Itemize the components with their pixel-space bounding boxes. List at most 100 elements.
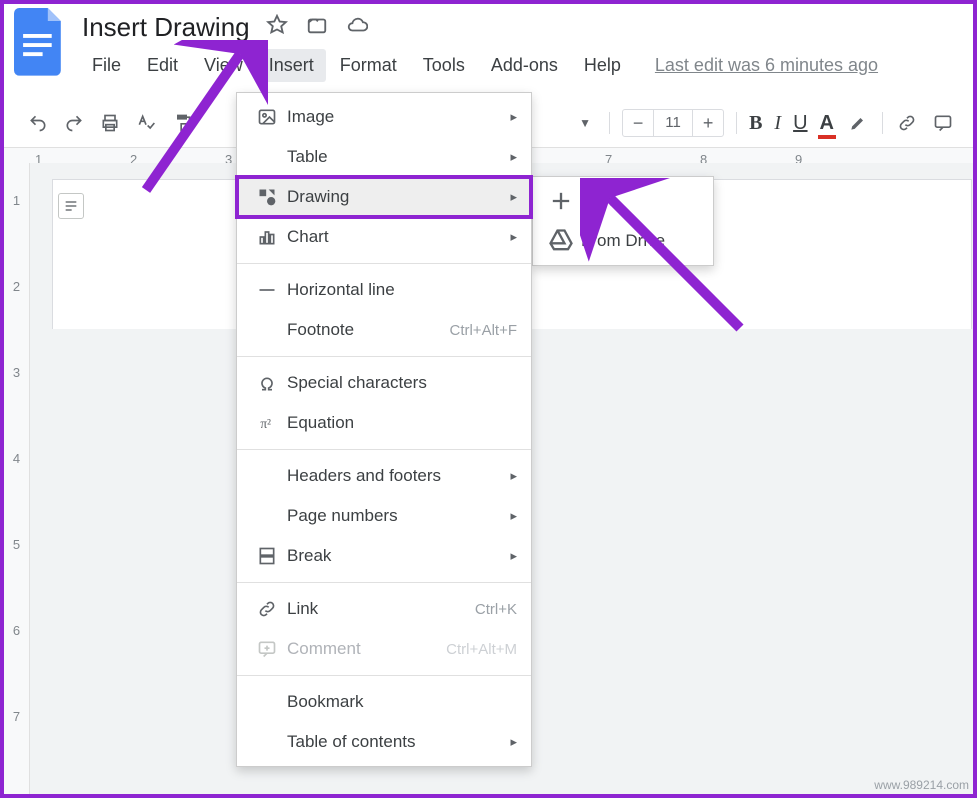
menu-label: Link — [281, 599, 475, 619]
star-icon[interactable] — [266, 12, 288, 43]
menu-tools[interactable]: Tools — [411, 49, 477, 82]
menu-label: Image — [281, 107, 510, 127]
menu-format[interactable]: Format — [328, 49, 409, 82]
print-button[interactable] — [98, 111, 122, 135]
insert-comment-button[interactable] — [931, 111, 955, 135]
font-size-control: − 11 + — [622, 109, 724, 137]
hline-icon — [253, 280, 281, 300]
insert-menu-bookmark[interactable]: Bookmark — [237, 682, 531, 722]
menu-separator — [237, 675, 531, 676]
move-icon[interactable] — [306, 12, 328, 43]
drawing-submenu: New From Drive — [532, 176, 714, 266]
chart-icon — [253, 227, 281, 247]
menu-separator — [237, 263, 531, 264]
submenu-arrow-icon: ▸ — [510, 229, 517, 245]
menu-label: Drawing — [281, 187, 510, 207]
insert-menu-headers-and-footers[interactable]: Headers and footers▸ — [237, 456, 531, 496]
insert-menu-drawing[interactable]: Drawing▸ — [237, 177, 531, 217]
menu-add-ons[interactable]: Add-ons — [479, 49, 570, 82]
menu-label: Table — [281, 147, 510, 167]
menu-label: Chart — [281, 227, 510, 247]
menu-separator — [237, 449, 531, 450]
menu-label: Special characters — [281, 373, 517, 393]
comment-icon — [253, 639, 281, 659]
outline-toggle-icon[interactable] — [58, 193, 84, 219]
insert-menu-page-numbers[interactable]: Page numbers▸ — [237, 496, 531, 536]
vertical-ruler: 1234567 — [4, 163, 30, 794]
menu-label: Horizontal line — [281, 280, 517, 300]
plus-icon — [547, 187, 575, 215]
last-edit-link[interactable]: Last edit was 6 minutes ago — [655, 55, 878, 76]
menu-insert[interactable]: Insert — [257, 49, 326, 82]
docs-logo[interactable] — [14, 16, 66, 68]
cloud-status-icon[interactable] — [346, 12, 368, 43]
separator — [736, 112, 737, 134]
submenu-arrow-icon: ▸ — [510, 468, 517, 484]
omega-icon — [253, 373, 281, 393]
menu-edit[interactable]: Edit — [135, 49, 190, 82]
svg-text:π²: π² — [260, 416, 271, 431]
bold-button[interactable]: B — [749, 112, 762, 135]
menu-label: Equation — [281, 413, 517, 433]
document-title[interactable]: Insert Drawing — [80, 12, 252, 43]
pi-icon: π² — [253, 413, 281, 433]
menu-shortcut: Ctrl+K — [475, 601, 517, 618]
menu-label: Headers and footers — [281, 466, 510, 486]
separator — [609, 112, 610, 134]
menu-label: Break — [281, 546, 510, 566]
insert-menu-image[interactable]: Image▸ — [237, 97, 531, 137]
insert-link-button[interactable] — [895, 111, 919, 135]
drive-icon — [547, 227, 575, 255]
underline-button[interactable]: U — [793, 112, 807, 135]
font-size-decrease[interactable]: − — [623, 113, 653, 134]
menu-help[interactable]: Help — [572, 49, 633, 82]
paint-format-button[interactable] — [170, 111, 194, 135]
highlight-button[interactable] — [846, 111, 870, 135]
menu-label: Footnote — [281, 320, 449, 340]
insert-menu-equation[interactable]: π² Equation — [237, 403, 531, 443]
separator — [882, 112, 883, 134]
submenu-label: From Drive — [575, 231, 665, 251]
menubar: FileEditViewInsertFormatToolsAdd-onsHelp… — [80, 47, 878, 82]
insert-menu-special-characters[interactable]: Special characters — [237, 363, 531, 403]
submenu-label: New — [575, 191, 615, 211]
font-size-value[interactable]: 11 — [653, 110, 693, 136]
menu-label: Comment — [281, 639, 446, 659]
submenu-arrow-icon: ▸ — [510, 109, 517, 125]
insert-menu-comment: CommentCtrl+Alt+M — [237, 629, 531, 669]
insert-menu-link[interactable]: LinkCtrl+K — [237, 589, 531, 629]
submenu-arrow-icon: ▸ — [510, 734, 517, 750]
drawing-submenu-new[interactable]: New — [533, 181, 713, 221]
menu-label: Bookmark — [281, 692, 517, 712]
insert-menu-break[interactable]: Break▸ — [237, 536, 531, 576]
submenu-arrow-icon: ▸ — [510, 189, 517, 205]
link-icon — [253, 599, 281, 619]
insert-menu-horizontal-line[interactable]: Horizontal line — [237, 270, 531, 310]
font-size-increase[interactable]: + — [693, 113, 723, 134]
menu-file[interactable]: File — [80, 49, 133, 82]
undo-button[interactable] — [26, 111, 50, 135]
spellcheck-button[interactable] — [134, 111, 158, 135]
menu-separator — [237, 582, 531, 583]
image-icon — [253, 107, 281, 127]
watermark: www.989214.com — [874, 778, 969, 792]
drawing-submenu-from-drive[interactable]: From Drive — [533, 221, 713, 261]
style-dropdown-arrow[interactable]: ▼ — [573, 111, 597, 135]
titlebar: Insert Drawing FileEditViewInsertFormatT… — [0, 0, 977, 82]
menu-shortcut: Ctrl+Alt+F — [449, 322, 517, 339]
insert-menu-footnote[interactable]: FootnoteCtrl+Alt+F — [237, 310, 531, 350]
redo-button[interactable] — [62, 111, 86, 135]
insert-menu-table[interactable]: Table▸ — [237, 137, 531, 177]
menu-separator — [237, 356, 531, 357]
text-color-button[interactable]: A — [820, 112, 834, 135]
insert-menu-chart[interactable]: Chart▸ — [237, 217, 531, 257]
submenu-arrow-icon: ▸ — [510, 548, 517, 564]
menu-view[interactable]: View — [192, 49, 255, 82]
drawing-icon — [253, 187, 281, 207]
menu-shortcut: Ctrl+Alt+M — [446, 641, 517, 658]
italic-button[interactable]: I — [774, 112, 781, 135]
insert-menu-table-of-contents[interactable]: Table of contents▸ — [237, 722, 531, 762]
break-icon — [253, 546, 281, 566]
submenu-arrow-icon: ▸ — [510, 149, 517, 165]
insert-menu-dropdown: Image▸Table▸Drawing▸Chart▸Horizontal lin… — [236, 92, 532, 767]
